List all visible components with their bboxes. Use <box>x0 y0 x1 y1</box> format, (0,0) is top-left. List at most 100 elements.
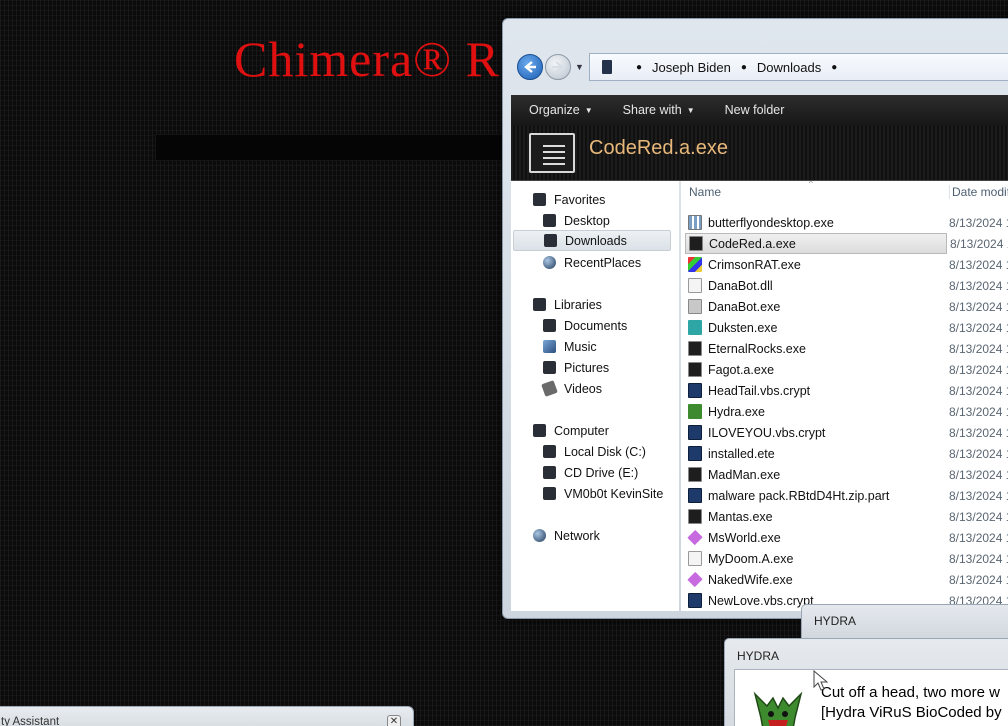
file-date: 8/13/2024 1 <box>950 236 1008 251</box>
forward-button[interactable] <box>545 54 571 80</box>
file-row[interactable]: NakedWife.exe 8/13/2024 1 <box>685 569 1008 590</box>
file-row[interactable]: DanaBot.exe 8/13/2024 1 <box>685 296 1008 317</box>
nav-recent-places[interactable]: RecentPlaces <box>543 252 641 273</box>
file-row[interactable]: Mantas.exe 8/13/2024 1 <box>685 506 1008 527</box>
address-bar[interactable]: ● Joseph Biden ● Downloads ● <box>589 53 1008 81</box>
nav-label: Favorites <box>554 192 606 207</box>
file-date: 8/13/2024 1 <box>949 404 1008 419</box>
file-name: Duksten.exe <box>708 320 778 335</box>
nav-cd-drive[interactable]: CD Drive (E:) <box>543 462 638 483</box>
file-icon <box>688 446 702 461</box>
file-date: 8/13/2024 1 <box>949 467 1008 482</box>
nav-documents[interactable]: Documents <box>543 315 627 336</box>
nav-music[interactable]: Music <box>543 336 597 357</box>
file-icon <box>687 571 703 588</box>
file-row[interactable]: Hydra.exe 8/13/2024 1 <box>685 401 1008 422</box>
nav-computer[interactable]: Computer <box>533 420 609 441</box>
file-row[interactable]: EternalRocks.exe 8/13/2024 1 <box>685 338 1008 359</box>
mouse-pointer-icon <box>813 670 829 691</box>
file-row[interactable]: DanaBot.dll 8/13/2024 1 <box>685 275 1008 296</box>
dialog-title: ty Assistant <box>1 716 60 726</box>
file-name: MadMan.exe <box>708 467 781 482</box>
share-with-label: Share with <box>622 103 682 117</box>
caret-down-icon: ▼ <box>686 105 695 115</box>
explorer-window[interactable]: ▼ ● Joseph Biden ● Downloads ● Organize … <box>502 18 1008 619</box>
breadcrumb-separator-icon[interactable]: ● <box>831 62 837 73</box>
file-name: Mantas.exe <box>708 509 773 524</box>
nav-local-disk[interactable]: Local Disk (C:) <box>543 441 646 462</box>
executable-file-icon <box>529 133 575 173</box>
organize-label: Organize <box>529 103 580 117</box>
file-date: 8/13/2024 1 <box>949 299 1008 314</box>
file-row[interactable]: Fagot.a.exe 8/13/2024 1 <box>685 359 1008 380</box>
caret-down-icon: ▼ <box>584 105 593 115</box>
recent-pages-dropdown-icon[interactable]: ▼ <box>575 62 584 72</box>
column-header-name[interactable]: Name <box>689 185 721 199</box>
file-row[interactable]: CodeRed.a.exe 8/13/2024 1 <box>685 233 1008 254</box>
file-date: 8/13/2024 1 <box>949 572 1008 587</box>
file-list[interactable]: Name ^ Date modif butterflyondesktop.exe… <box>681 181 1008 611</box>
file-icon <box>688 299 702 314</box>
file-row[interactable]: CrimsonRAT.exe 8/13/2024 1 <box>685 254 1008 275</box>
breadcrumb-user-folder[interactable]: Joseph Biden <box>652 60 731 75</box>
navigation-pane: Favorites Desktop Downloads RecentPlaces… <box>511 181 679 611</box>
network-drive-icon <box>543 487 556 500</box>
nav-desktop[interactable]: Desktop <box>543 210 610 231</box>
file-name: EternalRocks.exe <box>708 341 806 356</box>
nav-favorites[interactable]: Favorites <box>533 189 605 210</box>
file-date: 8/13/2024 1 <box>949 278 1008 293</box>
share-with-button[interactable]: Share with ▼ <box>623 103 695 117</box>
nav-network-drive[interactable]: VM0b0t KevinSite <box>543 483 663 504</box>
nav-label: Computer <box>554 423 609 438</box>
folder-location-icon <box>602 60 612 74</box>
videos-icon <box>541 380 558 397</box>
file-name: NakedWife.exe <box>708 572 793 587</box>
file-row[interactable]: MyDoom.A.exe 8/13/2024 1 <box>685 548 1008 569</box>
desktop-title-text: Chimera® R <box>234 31 501 87</box>
file-icon <box>688 362 702 377</box>
nav-label: RecentPlaces <box>564 255 642 270</box>
nav-label: Desktop <box>564 213 610 228</box>
nav-videos[interactable]: Videos <box>541 378 602 399</box>
nav-libraries[interactable]: Libraries <box>533 294 602 315</box>
new-folder-button[interactable]: New folder <box>725 103 785 117</box>
close-button[interactable]: ✕ <box>387 715 401 726</box>
hydra-dialog-front[interactable]: HYDRA Cut off a head, two more w [Hydra … <box>724 638 1008 726</box>
file-row[interactable]: HeadTail.vbs.crypt 8/13/2024 1 <box>685 380 1008 401</box>
new-folder-label: New folder <box>724 103 785 117</box>
file-date: 8/13/2024 1 <box>949 215 1008 230</box>
file-icon <box>688 257 702 272</box>
file-date: 8/13/2024 1 <box>949 425 1008 440</box>
file-row[interactable]: MsWorld.exe 8/13/2024 1 <box>685 527 1008 548</box>
command-toolbar: Organize ▼ Share with ▼ New folder <box>511 95 1008 125</box>
assistant-dialog[interactable]: ty Assistant ✕ <box>0 706 414 726</box>
libraries-icon <box>533 298 546 311</box>
nav-downloads[interactable]: Downloads <box>513 230 671 251</box>
hard-drive-icon <box>543 445 556 458</box>
file-name: MsWorld.exe <box>708 530 781 545</box>
nav-pictures[interactable]: Pictures <box>543 357 609 378</box>
star-icon <box>533 193 546 206</box>
file-date: 8/13/2024 1 <box>949 488 1008 503</box>
file-row[interactable]: malware pack.RBtdD4Ht.zip.part 8/13/2024 … <box>685 485 1008 506</box>
organize-button[interactable]: Organize ▼ <box>529 103 593 117</box>
file-row[interactable]: ILOVEYOU.vbs.crypt 8/13/2024 1 <box>685 422 1008 443</box>
file-row[interactable]: butterflyondesktop.exe 8/13/2024 1 <box>685 212 1008 233</box>
desktop-dark-bar <box>155 134 515 161</box>
back-button[interactable] <box>517 54 543 80</box>
file-name: DanaBot.dll <box>708 278 773 293</box>
file-name: installed.ete <box>708 446 775 461</box>
breadcrumb-downloads[interactable]: Downloads <box>757 60 821 75</box>
file-icon <box>688 341 702 356</box>
column-header-date[interactable]: Date modif <box>949 185 1008 199</box>
file-row[interactable]: installed.ete 8/13/2024 1 <box>685 443 1008 464</box>
file-icon <box>688 404 702 419</box>
dialog-body: Cut off a head, two more w [Hydra ViRuS … <box>734 669 1008 726</box>
cd-drive-icon <box>543 466 556 479</box>
nav-network[interactable]: Network <box>533 525 600 546</box>
breadcrumb-separator-icon[interactable]: ● <box>636 62 642 73</box>
file-row[interactable]: MadMan.exe 8/13/2024 1 <box>685 464 1008 485</box>
selected-file-name: CodeRed.a.exe <box>589 137 728 159</box>
file-row[interactable]: Duksten.exe 8/13/2024 1 <box>685 317 1008 338</box>
breadcrumb-separator-icon[interactable]: ● <box>741 62 747 73</box>
